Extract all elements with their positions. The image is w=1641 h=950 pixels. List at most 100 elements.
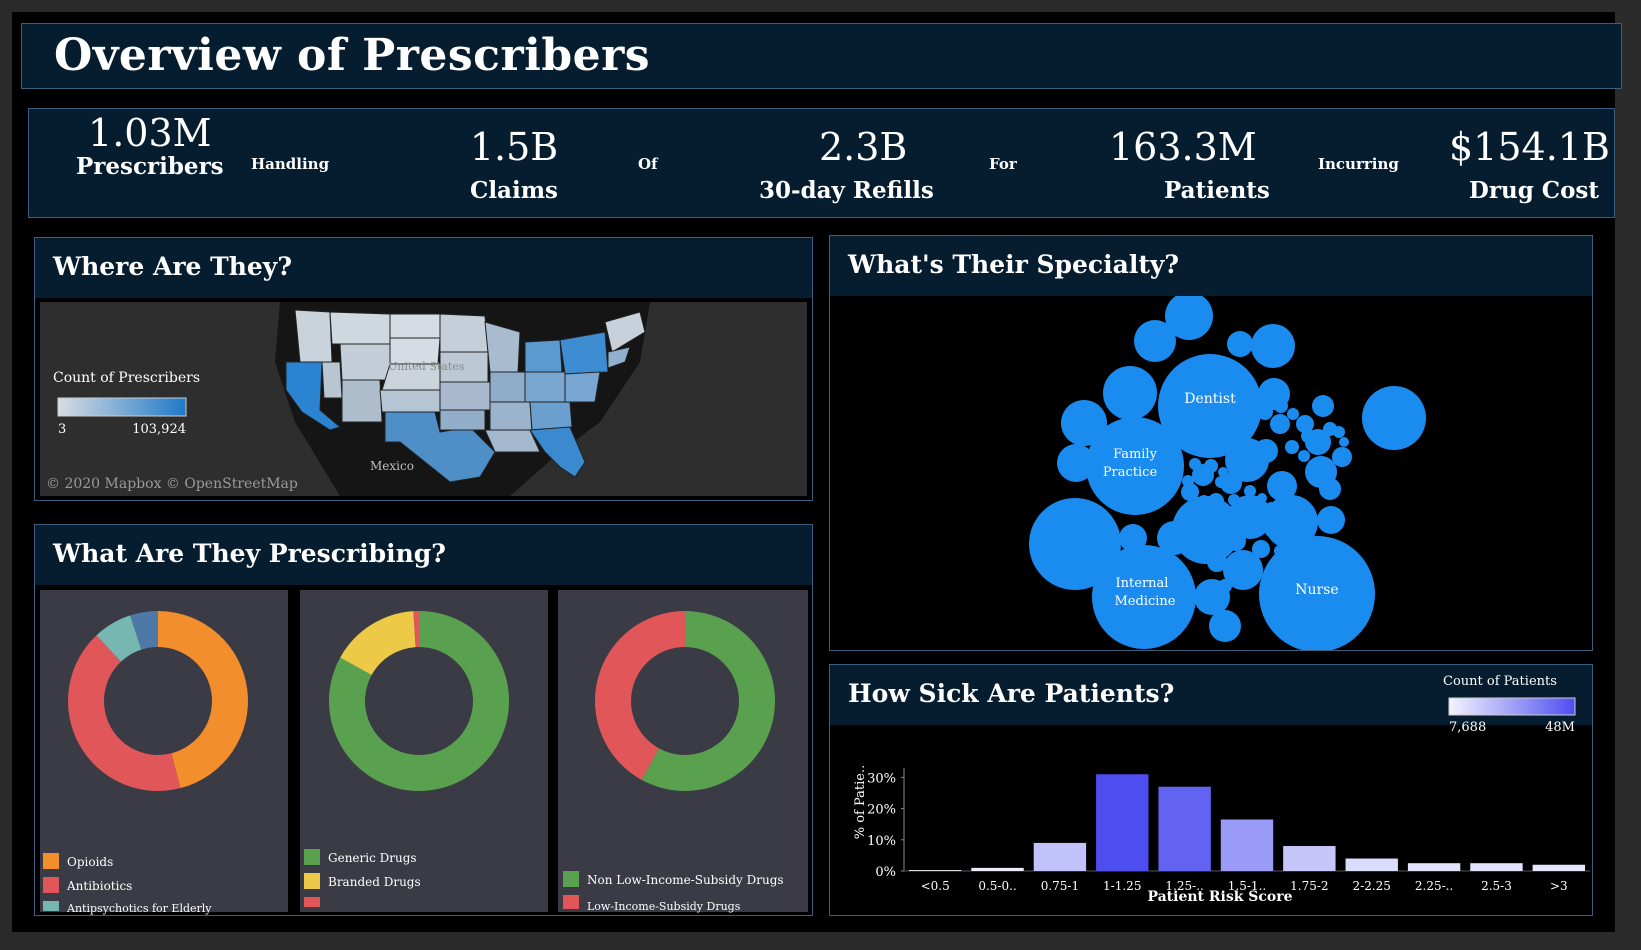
x-tick-label: 1.75-2 xyxy=(1290,879,1328,893)
bar[interactable] xyxy=(1220,819,1274,872)
specialty-bubble[interactable] xyxy=(1301,429,1315,443)
specialty-bubble[interactable] xyxy=(1244,485,1256,497)
specialty-bubble[interactable] xyxy=(1157,521,1191,555)
legend-swatch xyxy=(304,849,320,865)
specialty-bubble[interactable] xyxy=(1061,400,1107,446)
specialty-bubble[interactable] xyxy=(1218,579,1232,593)
kpi-label: Prescribers xyxy=(76,153,224,180)
map-state[interactable] xyxy=(329,311,391,345)
bubble-group[interactable] xyxy=(1029,296,1426,650)
sick-legend-max: 48M xyxy=(1545,720,1575,735)
specialty-bubble[interactable] xyxy=(1332,447,1352,467)
map-state[interactable] xyxy=(564,371,601,403)
specialty-bubble[interactable] xyxy=(1339,437,1349,447)
map-state[interactable] xyxy=(489,371,526,403)
map-state[interactable] xyxy=(559,331,609,375)
specialty-bubble[interactable] xyxy=(1274,399,1288,413)
bar[interactable] xyxy=(1532,864,1586,871)
bar[interactable] xyxy=(908,870,962,871)
map-state[interactable] xyxy=(379,389,441,413)
map-state[interactable] xyxy=(341,379,383,423)
specialty-bubble[interactable] xyxy=(1270,414,1290,434)
map-view[interactable]: United States Mexico Count of Prescriber… xyxy=(40,302,807,496)
specialty-bubble[interactable] xyxy=(1362,386,1426,450)
bar[interactable] xyxy=(1158,786,1211,871)
specialty-bubble[interactable] xyxy=(1207,552,1227,572)
specialty-bubble[interactable] xyxy=(1333,426,1345,438)
bar[interactable] xyxy=(1283,846,1336,871)
specialty-bubble[interactable] xyxy=(1227,331,1253,357)
bar[interactable] xyxy=(1033,842,1087,871)
specialty-bubble[interactable] xyxy=(1257,404,1273,420)
bar[interactable] xyxy=(1096,774,1149,871)
specialty-bubble[interactable] xyxy=(1315,550,1329,564)
kpi-label: 30-day Refills xyxy=(759,177,934,204)
specialty-bubble[interactable] xyxy=(1218,467,1228,477)
kpi-value: $154.1B xyxy=(1449,125,1610,169)
specialty-bubble[interactable] xyxy=(1254,439,1278,463)
x-axis-title: Patient Risk Score xyxy=(1147,889,1292,905)
specialty-section: What's Their Specialty? Dentist Family P… xyxy=(829,235,1593,651)
specialty-bubble[interactable] xyxy=(1251,324,1295,368)
specialty-bubble[interactable] xyxy=(1182,475,1194,487)
bar[interactable] xyxy=(971,867,1024,871)
map-state[interactable] xyxy=(321,361,343,399)
map-state[interactable] xyxy=(529,401,573,431)
specialty-bubble[interactable] xyxy=(1319,478,1341,500)
x-tick-label: 2-2.25 xyxy=(1353,879,1391,893)
prescribing-donuts: Opioids Antibiotics Antipsychotics for E… xyxy=(40,590,808,915)
kpi-drug-cost: $154.1B Drug Cost xyxy=(1449,125,1610,204)
map-us-label: United States xyxy=(388,360,465,373)
legend-label: Opioids xyxy=(67,855,113,869)
prescribing-section: What Are They Prescribing? Opioids Antib… xyxy=(34,524,813,916)
bar[interactable] xyxy=(1345,858,1398,871)
kpi-prescribers: 1.03M Prescribers xyxy=(76,113,224,180)
specialty-bubble[interactable] xyxy=(1134,320,1176,362)
specialty-bubble[interactable] xyxy=(1287,408,1299,420)
map-state[interactable] xyxy=(524,339,563,373)
specialty-bubble[interactable] xyxy=(1252,540,1270,558)
map-legend-ramp xyxy=(57,397,187,417)
specialty-bubble[interactable] xyxy=(1226,531,1246,551)
specialty-bubble[interactable] xyxy=(1257,493,1267,503)
map-state[interactable] xyxy=(439,313,489,353)
specialty-title: What's Their Specialty? xyxy=(848,250,1180,279)
x-tick-label: 1-1.25 xyxy=(1103,879,1141,893)
specialty-bubble[interactable] xyxy=(1209,610,1241,642)
specialty-bubble[interactable] xyxy=(1057,444,1095,482)
map-state[interactable] xyxy=(439,381,491,411)
bar[interactable] xyxy=(1407,863,1461,871)
specialty-bubbles[interactable]: Dentist Family Practice Internal Medicin… xyxy=(830,296,1592,650)
map-state[interactable] xyxy=(439,409,486,431)
bar[interactable] xyxy=(1470,863,1523,871)
specialty-bubble[interactable] xyxy=(1198,495,1210,507)
map-mexico-label: Mexico xyxy=(370,459,414,473)
map-state[interactable] xyxy=(489,401,533,433)
specialty-bubble[interactable] xyxy=(1267,471,1297,501)
specialty-bubble[interactable] xyxy=(1312,395,1334,417)
specialty-bubble[interactable] xyxy=(1317,506,1345,534)
map-state[interactable] xyxy=(389,313,441,339)
specialty-bubble[interactable] xyxy=(1228,494,1240,506)
specialty-bubble[interactable] xyxy=(1265,525,1277,537)
legend-label: Generic Drugs xyxy=(328,851,417,865)
specialty-bubble[interactable] xyxy=(1187,506,1197,516)
map-state[interactable] xyxy=(339,343,391,381)
specialty-bubble[interactable] xyxy=(1265,502,1277,514)
specialty-bubble[interactable] xyxy=(1285,440,1299,454)
legend-label: Low-Income-Subsidy Drugs xyxy=(587,900,741,913)
map-state[interactable] xyxy=(524,371,566,403)
specialty-bubble[interactable] xyxy=(1274,545,1286,557)
specialty-bubble[interactable] xyxy=(1189,458,1201,470)
connector-for: For xyxy=(989,155,1017,173)
specialty-bubble[interactable] xyxy=(1208,493,1224,509)
map-state[interactable] xyxy=(294,309,333,363)
specialty-bubble[interactable] xyxy=(1298,450,1310,462)
bubble-label-nurse: Nurse xyxy=(1295,582,1338,598)
specialty-bubble[interactable] xyxy=(1119,524,1147,552)
x-tick-label: <0.5 xyxy=(921,879,950,893)
specialty-bubble[interactable] xyxy=(1215,476,1227,488)
specialty-bubble[interactable] xyxy=(1103,366,1157,420)
specialty-bubble[interactable] xyxy=(1204,459,1218,473)
map-legend-min: 3 xyxy=(58,422,66,437)
